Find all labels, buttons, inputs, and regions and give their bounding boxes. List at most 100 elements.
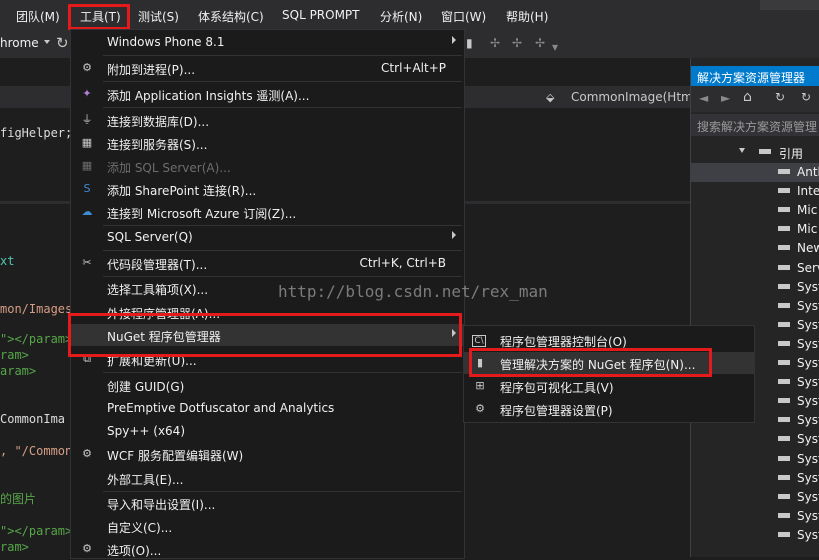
menu-item-dotfuscator[interactable]: PreEmptive Dotfuscator and Analytics xyxy=(71,397,464,419)
reference-icon xyxy=(778,265,790,270)
reference-icon xyxy=(778,436,790,441)
refresh-icon[interactable]: ↻ xyxy=(801,90,811,104)
gear-icon: ⚙ xyxy=(475,402,485,415)
app-insights-icon: ✦ xyxy=(82,87,92,100)
code-line: "></param> xyxy=(0,332,73,346)
menu-item-app-insights[interactable]: ✦ 添加 Application Insights 遥测(A)... xyxy=(71,83,464,105)
solution-explorer-toolbar: ◄ ► ⌂ ↻ ↻ xyxy=(691,86,819,112)
reference-item[interactable]: Syst xyxy=(797,299,819,313)
reference-icon xyxy=(778,475,790,480)
code-line: ram> xyxy=(0,348,29,362)
watermark: http://blog.csdn.net/rex_man xyxy=(278,282,548,301)
menu-item-connect-server[interactable]: ▦ 连接到服务器(S)... xyxy=(71,132,464,154)
bookmark-icon[interactable]: ▮ xyxy=(466,36,473,50)
code-line: , "/Common xyxy=(0,444,73,458)
reference-item[interactable]: Syst xyxy=(797,452,819,466)
menu-item-add-sharepoint[interactable]: S 添加 SharePoint 连接(R)... xyxy=(71,178,464,200)
code-line: 的图片 xyxy=(0,492,37,506)
submenu-arrow-icon xyxy=(452,36,456,44)
method-icon: ⬙ xyxy=(546,91,555,104)
menu-item-package-visualizer[interactable]: ⊞ 程序包可视化工具(V) xyxy=(464,375,754,397)
reference-item[interactable]: Syst xyxy=(797,375,819,389)
solution-explorer-title-bar: 解决方案资源管理器 xyxy=(691,66,819,86)
connect-server-icon: ▦ xyxy=(81,136,93,149)
console-icon: C\ xyxy=(472,335,486,347)
reference-icon xyxy=(778,169,790,174)
reference-item[interactable]: Syst xyxy=(797,490,819,504)
reference-item[interactable]: Syst xyxy=(797,528,819,542)
reference-icon xyxy=(778,207,790,212)
submenu-arrow-icon xyxy=(452,231,456,239)
menu-test[interactable]: 测试(S) xyxy=(138,8,179,25)
menu-item-spy[interactable]: Spy++ (x64) xyxy=(71,420,464,442)
bookmark-prev-icon[interactable]: ✢ xyxy=(490,36,500,50)
reference-item[interactable]: Mic xyxy=(797,222,817,236)
reference-item[interactable]: Antl xyxy=(797,165,819,179)
reference-icon xyxy=(778,379,790,384)
reference-item[interactable]: Syst xyxy=(797,280,819,294)
reference-item[interactable]: Syst xyxy=(797,413,819,427)
menu-item-import-export[interactable]: 导入和导出设置(I)... xyxy=(71,492,464,514)
references-icon xyxy=(759,149,771,154)
menu-analyze[interactable]: 分析(N) xyxy=(380,8,422,25)
reference-item[interactable]: Mic xyxy=(797,203,817,217)
wcf-editor-icon: ⚙ xyxy=(82,447,92,460)
menu-window[interactable]: 窗口(W) xyxy=(441,8,486,25)
hierarchy-icon: ⊞ xyxy=(475,379,485,392)
reference-item[interactable]: Syst xyxy=(797,318,819,332)
reference-item[interactable]: New xyxy=(797,241,819,255)
reference-item[interactable]: Syst xyxy=(797,356,819,370)
menu-item-snippet-manager[interactable]: ✂ 代码段管理器(T)... Ctrl+K, Ctrl+B xyxy=(71,252,464,274)
menu-sql-prompt[interactable]: SQL PROMPT xyxy=(282,8,360,22)
menu-item-sql-server[interactable]: SQL Server(Q) xyxy=(71,226,464,248)
menu-item-azure-subscription[interactable]: ☁ 连接到 Microsoft Azure 订阅(Z)... xyxy=(71,201,464,223)
menu-item-connect-database[interactable]: ⏚ 连接到数据库(D)... xyxy=(71,109,464,131)
reference-icon xyxy=(778,188,790,193)
add-sql-server-icon: ▦ xyxy=(81,159,93,172)
menu-item-package-settings[interactable]: ⚙ 程序包管理器设置(P) xyxy=(464,398,754,420)
reference-item[interactable]: Syst xyxy=(797,394,819,408)
bookmark-next-icon[interactable]: ✢ xyxy=(512,36,522,50)
menu-help[interactable]: 帮助(H) xyxy=(506,8,548,25)
code-line: "></param> xyxy=(0,524,73,538)
code-line: aram> xyxy=(0,364,37,378)
reference-item[interactable]: Syst xyxy=(797,509,819,523)
sync-icon[interactable]: ↻ xyxy=(775,90,785,104)
chevron-down-icon[interactable] xyxy=(44,40,50,44)
forward-icon[interactable]: ► xyxy=(721,91,730,105)
manage-packages-highlight-box xyxy=(469,348,712,377)
expand-arrow-icon[interactable] xyxy=(739,148,745,153)
title-strip xyxy=(760,0,819,10)
attach-process-icon: ⚙ xyxy=(82,61,92,74)
references-node[interactable]: 引用 xyxy=(779,145,803,162)
reference-icon xyxy=(778,341,790,346)
reference-icon xyxy=(778,398,790,403)
reference-icon xyxy=(778,284,790,289)
menu-team[interactable]: 团队(M) xyxy=(16,8,60,25)
sharepoint-icon: S xyxy=(83,182,91,195)
toolbar-overflow-icon[interactable]: ▾ xyxy=(552,40,558,54)
nuget-highlight-box xyxy=(68,313,462,357)
reference-icon xyxy=(778,513,790,518)
reference-item[interactable]: Inte xyxy=(797,184,819,198)
refresh-icon[interactable]: ↻ xyxy=(56,34,69,52)
menu-item-windows-phone[interactable]: Windows Phone 8.1 xyxy=(71,31,464,53)
menu-item-customize[interactable]: 自定义(C)... xyxy=(71,515,464,537)
menu-item-external-tools[interactable]: 外部工具(E)... xyxy=(71,467,464,489)
member-dropdown[interactable]: CommonImage(Htm xyxy=(571,90,693,104)
menu-item-attach-to-process[interactable]: ⚙ 附加到进程(P)... Ctrl+Alt+P xyxy=(71,57,464,79)
menu-item-wcf-editor[interactable]: ⚙ WCF 服务配置编辑器(W) xyxy=(71,443,464,465)
home-icon[interactable]: ⌂ xyxy=(743,89,752,105)
reference-item[interactable]: Serv xyxy=(797,261,819,275)
bookmark-clear-icon[interactable]: ✢ xyxy=(535,36,545,50)
reference-item[interactable]: Syst xyxy=(797,432,819,446)
back-icon[interactable]: ◄ xyxy=(699,91,708,105)
azure-cloud-icon: ☁ xyxy=(81,205,93,218)
reference-item[interactable]: Syst xyxy=(797,337,819,351)
browser-select[interactable]: hrome xyxy=(0,36,39,50)
reference-icon xyxy=(778,226,790,231)
solution-search-input[interactable]: 搜索解决方案资源管理 xyxy=(691,114,819,136)
menu-architecture[interactable]: 体系结构(C) xyxy=(198,8,264,25)
menu-item-create-guid[interactable]: 创建 GUID(G) xyxy=(71,374,464,396)
reference-item[interactable]: Syst xyxy=(797,471,819,485)
